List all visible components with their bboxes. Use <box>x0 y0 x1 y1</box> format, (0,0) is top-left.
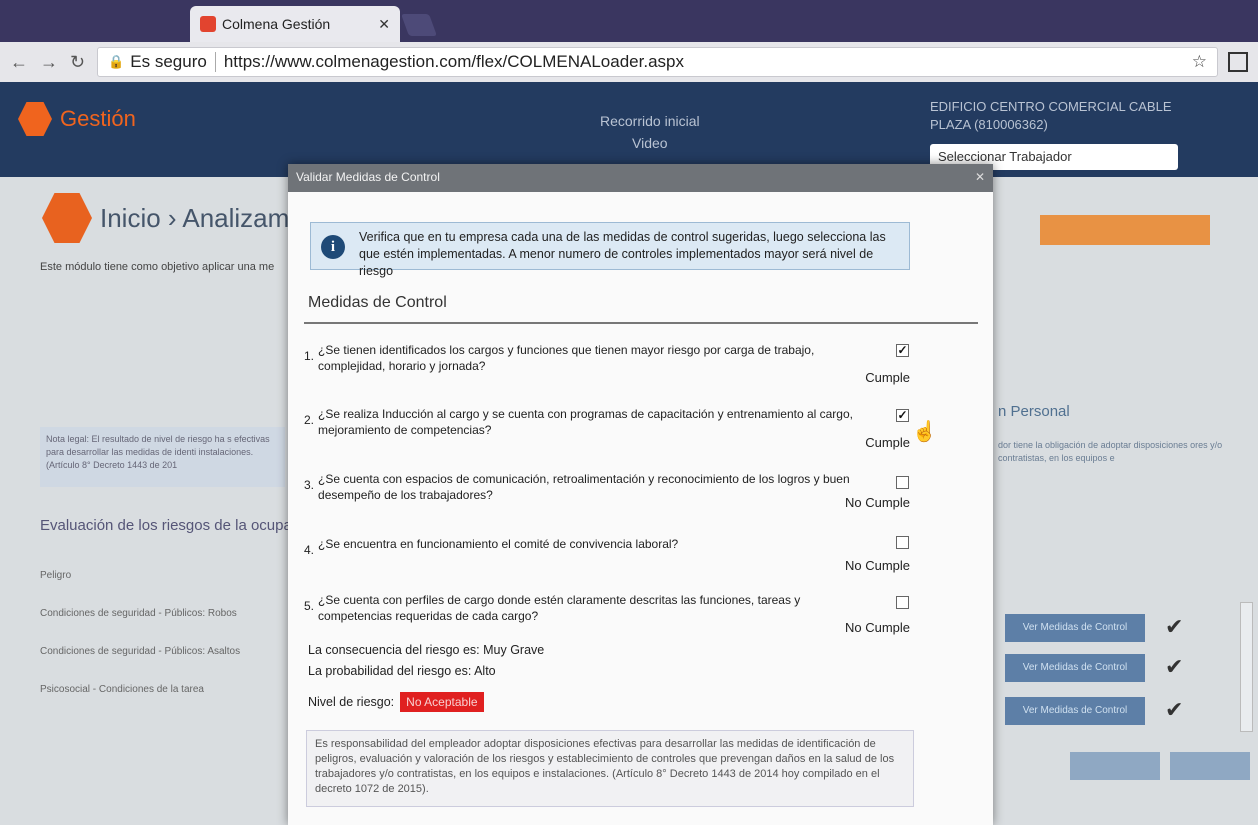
ver-medidas-button[interactable]: Ver Medidas de Control <box>1005 654 1145 682</box>
lock-icon: 🔒 <box>108 54 125 69</box>
check-icon: ✔ <box>1165 654 1184 679</box>
extension-icon[interactable] <box>1228 52 1248 72</box>
new-tab-button[interactable] <box>400 14 438 36</box>
app-header: Gestión Recorrido inicial Video EDIFICIO… <box>0 82 1258 177</box>
address-bar: ← → ↻ 🔒 Es seguro https://www.colmenages… <box>0 42 1258 82</box>
checkbox-q4[interactable] <box>896 536 909 549</box>
table-row[interactable]: Condiciones de seguridad - Públicos: Asa… <box>40 633 285 671</box>
ver-medidas-button[interactable]: Ver Medidas de Control <box>1005 697 1145 725</box>
status-label: Cumple <box>865 435 910 450</box>
question-text: ¿Se encuentra en funcionamiento el comit… <box>318 537 679 551</box>
question-text: ¿Se cuenta con perfiles de cargo donde e… <box>318 593 801 623</box>
table-row[interactable]: Condiciones de seguridad - Públicos: Rob… <box>40 595 285 633</box>
question-number: 2. <box>304 413 315 427</box>
orange-action-button[interactable] <box>1040 215 1210 245</box>
checkbox-q3[interactable] <box>896 476 909 489</box>
forward-icon[interactable]: → <box>40 52 58 73</box>
question-number: 1. <box>304 349 315 363</box>
question-text: ¿Se realiza Inducción al cargo y se cuen… <box>318 407 853 437</box>
company-name: EDIFICIO CENTRO COMERCIAL CABLE PLAZA (8… <box>930 99 1172 132</box>
info-text: Verifica que en tu empresa cada una de l… <box>359 230 886 278</box>
question-number: 4. <box>304 543 315 557</box>
question-row: 2. ¿Se realiza Inducción al cargo y se c… <box>304 406 864 438</box>
ver-medidas-button[interactable]: Ver Medidas de Control <box>1005 614 1145 642</box>
video-link[interactable]: Video <box>600 132 700 154</box>
right-section-title: n Personal <box>998 403 1070 420</box>
table-scrollbar[interactable] <box>1240 602 1253 732</box>
probabilidad-text: La probabilidad del riesgo es: Alto <box>308 664 496 678</box>
status-label: No Cumple <box>844 558 910 573</box>
medidas-heading: Medidas de Control <box>308 294 447 311</box>
legal-text-box: Es responsabilidad del empleador adoptar… <box>306 730 914 807</box>
url-text: https://www.colmenagestion.com/flex/COLM… <box>223 52 684 71</box>
recorrido-inicial-link[interactable]: Recorrido inicial <box>600 110 700 132</box>
right-note: dor tiene la obligación de adoptar dispo… <box>998 440 1223 463</box>
tour-links: Recorrido inicial Video <box>600 110 700 154</box>
logo-text: Gestión <box>60 106 136 131</box>
checkbox-q2[interactable]: ✓ <box>896 409 909 422</box>
checkbox-q5[interactable] <box>896 596 909 609</box>
risk-table: Peligro Condiciones de seguridad - Públi… <box>40 557 285 709</box>
question-row: 1. ¿Se tienen identificados los cargos y… <box>304 342 864 374</box>
question-number: 3. <box>304 478 315 492</box>
nivel-label: Nivel de riesgo: <box>308 695 395 709</box>
cancelar-button[interactable] <box>1170 752 1250 780</box>
nivel-badge: No Aceptable <box>400 692 484 712</box>
status-label: No Cumple <box>844 495 910 510</box>
question-row: 4. ¿Se encuentra en funcionamiento el co… <box>304 536 864 558</box>
question-text: ¿Se cuenta con espacios de comunicación,… <box>318 472 850 502</box>
close-icon[interactable]: ✕ <box>975 170 985 186</box>
secure-label: Es seguro <box>130 52 216 72</box>
validar-medidas-modal: Validar Medidas de Control ✕ i Verifica … <box>288 164 993 825</box>
status-label: No Cumple <box>844 620 910 635</box>
browser-tab[interactable]: Colmena Gestión ✕ <box>190 6 400 42</box>
app-logo[interactable]: Gestión <box>18 102 136 136</box>
question-row: 3. ¿Se cuenta con espacios de comunicaci… <box>304 471 864 503</box>
nivel-riesgo-row: Nivel de riesgo: No Aceptable <box>308 692 484 712</box>
table-row[interactable]: Psicosocial - Condiciones de la tarea <box>40 671 285 709</box>
bookmark-star-icon[interactable]: ☆ <box>1192 52 1207 72</box>
module-hex-icon <box>42 193 92 243</box>
checkbox-q1[interactable]: ✓ <box>896 344 909 357</box>
colmena-favicon-icon <box>200 16 216 32</box>
status-label: Cumple <box>865 370 910 385</box>
close-tab-icon[interactable]: ✕ <box>378 16 390 33</box>
siguiente-button[interactable] <box>1070 752 1160 780</box>
reload-icon[interactable]: ↻ <box>70 52 85 73</box>
module-description: Este módulo tiene como objetivo aplicar … <box>40 261 275 273</box>
section-title: Evaluación de los riesgos de la ocupac <box>40 517 300 534</box>
question-row: 5. ¿Se cuenta con perfiles de cargo dond… <box>304 592 864 624</box>
mouse-cursor-icon: ☝ <box>912 421 937 443</box>
check-icon: ✔ <box>1165 697 1184 722</box>
back-icon[interactable]: ← <box>10 52 28 73</box>
heading-divider <box>304 322 978 324</box>
url-field[interactable]: 🔒 Es seguro https://www.colmenagestion.c… <box>97 47 1218 77</box>
info-icon: i <box>321 235 345 259</box>
modal-title: Validar Medidas de Control <box>296 170 440 184</box>
colmena-logo-icon <box>18 102 52 136</box>
modal-titlebar: Validar Medidas de Control ✕ <box>288 164 993 192</box>
browser-tabstrip: Colmena Gestión ✕ <box>0 0 1258 42</box>
question-number: 5. <box>304 599 315 613</box>
check-icon: ✔ <box>1165 614 1184 639</box>
consecuencia-text: La consecuencia del riesgo es: Muy Grave <box>308 643 545 657</box>
question-text: ¿Se tienen identificados los cargos y fu… <box>318 343 815 373</box>
legal-note: Nota legal: El resultado de nivel de rie… <box>40 427 285 487</box>
table-header: Peligro <box>40 570 72 581</box>
tab-title: Colmena Gestión <box>222 16 331 32</box>
info-box: i Verifica que en tu empresa cada una de… <box>310 222 910 278</box>
breadcrumb: Inicio › Analizamos <box>100 203 317 233</box>
